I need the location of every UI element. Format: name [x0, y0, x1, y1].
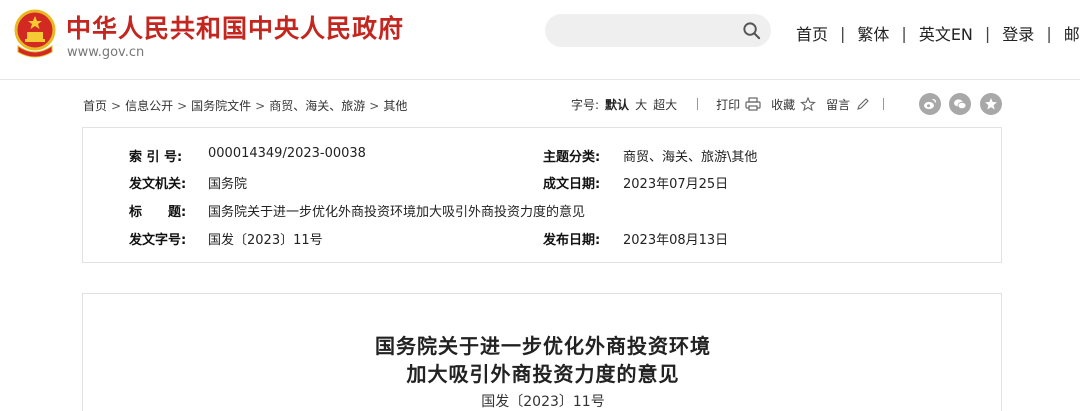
breadcrumb-other[interactable]: 其他 [383, 97, 407, 114]
site-url[interactable]: www.gov.cn [67, 45, 144, 60]
favorite-button[interactable]: 收藏 [771, 96, 795, 113]
breadcrumb-separator: > [111, 98, 122, 113]
metadata-row: 发文字号: 国发〔2023〕11号 发布日期: 2023年08月13日 [83, 229, 1003, 255]
tools-divider [883, 98, 885, 110]
category-label: 主题分类: [543, 150, 601, 165]
nav-separator: | [984, 23, 991, 43]
category-value: 商贸、海关、旅游\其他 [623, 150, 758, 165]
qzone-icon [985, 98, 997, 110]
star-icon[interactable] [800, 97, 817, 111]
comment-button[interactable]: 留言 [826, 96, 850, 113]
wechat-icon [954, 99, 967, 110]
tools-divider [697, 98, 699, 110]
breadcrumb-separator: > [177, 98, 188, 113]
site-title[interactable]: 中华人民共和国中央人民政府 [66, 9, 404, 45]
nav-login[interactable]: 登录 [1002, 21, 1034, 45]
top-nav: 首页 | 繁体 | 英文EN | 登录 | 邮箱 [796, 21, 1080, 45]
national-emblem-icon[interactable] [12, 8, 58, 60]
document-metadata-box: 索 引 号: 000014349/2023-00038 主题分类: 商贸、海关、… [82, 127, 1002, 263]
doc-number-label: 发文字号: [129, 233, 187, 248]
nav-mail[interactable]: 邮箱 [1064, 21, 1080, 45]
index-number-label: 索 引 号: [129, 150, 183, 165]
publish-date-value: 2023年08月13日 [623, 233, 729, 248]
breadcrumb-separator: > [255, 98, 266, 113]
written-date-label: 成文日期: [543, 177, 601, 192]
breadcrumb-trade-customs-tourism[interactable]: 商贸、海关、旅游 [269, 97, 365, 114]
nav-separator: | [840, 23, 846, 43]
doc-number-value: 国发〔2023〕11号 [208, 233, 323, 248]
font-size-default[interactable]: 默认 [605, 96, 629, 113]
weibo-share-button[interactable] [919, 93, 941, 115]
document-title-line-2: 加大吸引外商投资力度的意见 [406, 362, 680, 386]
issuer-value: 国务院 [208, 177, 248, 192]
breadcrumb-info-public[interactable]: 信息公开 [125, 97, 173, 114]
metadata-row: 标 题: 国务院关于进一步优化外商投资环境加大吸引外商投资力度的意见 [83, 201, 1003, 227]
metadata-row: 索 引 号: 000014349/2023-00038 主题分类: 商贸、海关、… [83, 146, 1003, 172]
nav-separator: | [1046, 23, 1052, 43]
search-icon[interactable] [742, 21, 761, 40]
document-content-box: 国务院关于进一步优化外商投资环境 加大吸引外商投资力度的意见 国发〔2023〕1… [82, 293, 1002, 411]
font-size-label: 字号: [571, 97, 600, 112]
site-header: 中华人民共和国中央人民政府 www.gov.cn 首页 | 繁体 | 英文EN … [0, 0, 1080, 80]
nav-home[interactable]: 首页 [796, 21, 828, 45]
issuer-label: 发文机关: [129, 177, 187, 192]
index-number-value: 000014349/2023-00038 [208, 146, 366, 161]
title-label: 标 题: [129, 205, 187, 220]
document-title-line-1: 国务院关于进一步优化外商投资环境 [375, 334, 711, 358]
qzone-share-button[interactable] [980, 93, 1002, 115]
breadcrumb: 首页 > 信息公开 > 国务院文件 > 商贸、海关、旅游 > 其他 [83, 97, 407, 114]
wechat-share-button[interactable] [949, 93, 971, 115]
title-value: 国务院关于进一步优化外商投资环境加大吸引外商投资力度的意见 [208, 205, 586, 220]
weibo-icon [924, 98, 937, 110]
metadata-row: 发文机关: 国务院 成文日期: 2023年07月25日 [83, 173, 1003, 199]
article-tools: 字号: 默认 大 超大 打印 收藏 留言 [571, 94, 902, 114]
font-size-xlarge[interactable]: 超大 [653, 96, 677, 113]
nav-separator: | [901, 23, 907, 43]
document-number: 国发〔2023〕11号 [481, 394, 605, 410]
breadcrumb-home[interactable]: 首页 [83, 97, 107, 114]
pencil-icon[interactable] [855, 97, 871, 111]
nav-english[interactable]: 英文EN [919, 21, 973, 45]
written-date-value: 2023年07月25日 [623, 177, 729, 192]
publish-date-label: 发布日期: [543, 233, 601, 248]
nav-traditional[interactable]: 繁体 [857, 21, 889, 45]
breadcrumb-state-council-docs[interactable]: 国务院文件 [191, 97, 251, 114]
print-button[interactable]: 打印 [716, 96, 740, 113]
printer-icon[interactable] [745, 97, 761, 111]
font-size-large[interactable]: 大 [635, 96, 647, 113]
breadcrumb-separator: > [369, 98, 380, 113]
search-input[interactable] [545, 14, 771, 47]
